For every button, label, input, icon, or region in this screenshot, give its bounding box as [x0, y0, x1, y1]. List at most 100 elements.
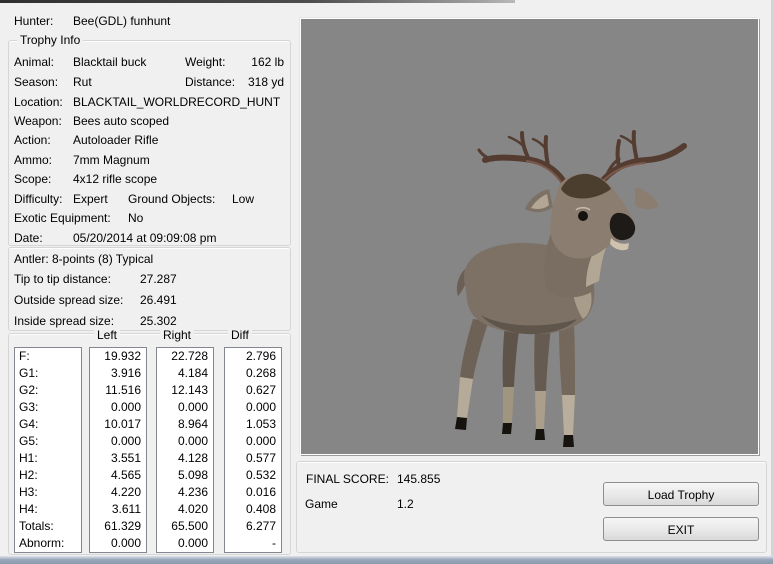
column-header-diff: Diff	[228, 328, 252, 342]
date-value: 05/20/2014 at 09:09:08 pm	[73, 231, 216, 245]
right-antler-values-listbox[interactable]: 22.7284.18412.1430.0008.9640.0004.1285.0…	[156, 347, 214, 553]
measurement-cell-left: 4.220	[90, 484, 146, 501]
animal-label: Animal:	[14, 55, 54, 69]
ammo-value: 7mm Magnum	[73, 153, 150, 167]
location-label: Location:	[14, 95, 63, 109]
weight-value: 162 lb	[238, 55, 284, 69]
weight-label: Weight:	[185, 55, 225, 69]
measurement-cell-right: 8.964	[157, 416, 213, 433]
weapon-value: Bees auto scoped	[73, 114, 169, 128]
window-bottom-border	[0, 556, 773, 564]
measurement-cell-left: 10.017	[90, 416, 146, 433]
inside-spread-label: Inside spread size:	[14, 314, 114, 328]
hunter-label: Hunter:	[14, 14, 53, 28]
diff-values-listbox[interactable]: 2.7960.2680.6270.0001.0530.0000.5770.532…	[224, 347, 282, 553]
measurement-cell-right: 0.000	[157, 433, 213, 450]
measurement-row-label: Abnorm:	[15, 535, 81, 552]
tip-to-tip-value: 27.287	[140, 272, 177, 286]
trophy-render-picturebox	[300, 18, 759, 455]
measurement-cell-diff: -	[225, 535, 281, 552]
measurement-cell-right: 12.143	[157, 382, 213, 399]
outside-spread-value: 26.491	[140, 293, 177, 307]
measurement-row-label: Totals:	[15, 518, 81, 535]
measurement-cell-left: 0.000	[90, 433, 146, 450]
hunter-value: Bee(GDL) funhunt	[73, 14, 170, 28]
measurement-cell-right: 4.236	[157, 484, 213, 501]
measurement-cell-left: 61.329	[90, 518, 146, 535]
measurement-cell-left: 0.000	[90, 399, 146, 416]
measurement-cell-right: 4.020	[157, 501, 213, 518]
measurement-row-labels-listbox[interactable]: F:G1:G2:G3:G4:G5:H1:H2:H3:H4:Totals:Abno…	[14, 347, 82, 553]
measurement-cell-diff: 2.796	[225, 348, 281, 365]
left-antler-values-listbox[interactable]: 19.9323.91611.5160.00010.0170.0003.5514.…	[89, 347, 147, 553]
final-score-label: FINAL SCORE:	[306, 472, 389, 486]
antler-label: Antler:	[14, 252, 49, 266]
measurement-cell-diff: 0.532	[225, 467, 281, 484]
distance-label: Distance:	[185, 75, 235, 89]
measurement-row-label: G5:	[15, 433, 81, 450]
measurement-row-label: H1:	[15, 450, 81, 467]
game-version-label: Game	[305, 497, 338, 511]
scope-label: Scope:	[14, 172, 51, 186]
exotic-equipment-label: Exotic Equipment:	[14, 211, 111, 225]
measurement-cell-diff: 0.577	[225, 450, 281, 467]
measurement-cell-right: 65.500	[157, 518, 213, 535]
measurement-row-label: F:	[15, 348, 81, 365]
measurement-cell-right: 4.184	[157, 365, 213, 382]
ground-objects-label: Ground Objects:	[128, 192, 215, 206]
measurement-row-label: H4:	[15, 501, 81, 518]
measurement-cell-diff: 0.408	[225, 501, 281, 518]
measurement-cell-right: 22.728	[157, 348, 213, 365]
outside-spread-label: Outside spread size:	[14, 293, 123, 307]
game-version-value: 1.2	[397, 497, 414, 511]
measurement-cell-right: 0.000	[157, 535, 213, 552]
measurement-cell-left: 3.611	[90, 501, 146, 518]
inside-spread-value: 25.302	[140, 314, 177, 328]
measurement-cell-diff: 0.000	[225, 399, 281, 416]
exit-button[interactable]: EXIT	[603, 517, 759, 541]
ground-objects-value: Low	[232, 192, 254, 206]
location-value: BLACKTAIL_WORLDRECORD_HUNT	[73, 95, 280, 109]
tip-to-tip-label: Tip to tip distance:	[14, 272, 111, 286]
measurement-cell-left: 4.565	[90, 467, 146, 484]
measurement-cell-right: 5.098	[157, 467, 213, 484]
trophy-info-title: Trophy Info	[17, 33, 83, 47]
measurement-cell-diff: 6.277	[225, 518, 281, 535]
trophy-viewer-window: Hunter: Bee(GDL) funhunt Trophy Info Ani…	[0, 0, 773, 564]
animal-value: Blacktail buck	[73, 55, 146, 69]
measurement-row-label: G3:	[15, 399, 81, 416]
measurement-cell-left: 11.516	[90, 382, 146, 399]
exotic-equipment-value: No	[128, 211, 143, 225]
measurement-cell-diff: 0.268	[225, 365, 281, 382]
measurement-cell-diff: 0.627	[225, 382, 281, 399]
deer-render	[301, 19, 758, 454]
action-label: Action:	[14, 133, 51, 147]
weapon-label: Weapon:	[14, 114, 62, 128]
measurement-row-label: G1:	[15, 365, 81, 382]
measurement-cell-right: 4.128	[157, 450, 213, 467]
date-label: Date:	[14, 231, 43, 245]
measurement-cell-left: 19.932	[90, 348, 146, 365]
window-top-border	[0, 0, 515, 3]
measurement-cell-diff: 0.016	[225, 484, 281, 501]
measurement-row-label: G2:	[15, 382, 81, 399]
final-score-value: 145.855	[397, 472, 440, 486]
antler-value: 8-points (8) Typical	[52, 252, 153, 266]
ammo-label: Ammo:	[14, 153, 52, 167]
measurement-row-label: H2:	[15, 467, 81, 484]
measurement-cell-left: 0.000	[90, 535, 146, 552]
measurement-cell-left: 3.916	[90, 365, 146, 382]
render-canvas-background	[301, 19, 758, 454]
season-value: Rut	[73, 75, 92, 89]
measurement-cell-left: 3.551	[90, 450, 146, 467]
season-label: Season:	[14, 75, 58, 89]
action-value: Autoloader Rifle	[73, 133, 158, 147]
measurement-row-label: H3:	[15, 484, 81, 501]
distance-value: 318 yd	[238, 75, 284, 89]
load-trophy-button[interactable]: Load Trophy	[603, 482, 759, 506]
column-header-left: Left	[94, 328, 120, 342]
measurement-cell-right: 0.000	[157, 399, 213, 416]
column-header-right: Right	[160, 328, 194, 342]
difficulty-value: Expert	[73, 192, 108, 206]
scope-value: 4x12 rifle scope	[73, 172, 157, 186]
